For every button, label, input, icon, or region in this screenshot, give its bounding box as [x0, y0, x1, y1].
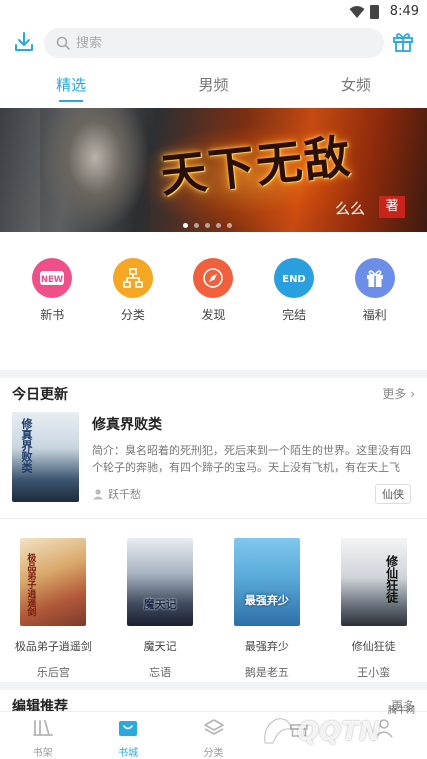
author-name: 跃千愁 — [108, 488, 141, 501]
book-card[interactable]: 修仙狂徒 修仙狂徒 王小蛮 — [329, 538, 419, 679]
book-author: 乐后宫 — [36, 666, 70, 679]
hierarchy-icon — [112, 258, 153, 298]
book-title: 极品弟子逍遥剑 — [14, 640, 92, 653]
cover-text: 魔天记 — [143, 598, 177, 611]
svg-text:NEW: NEW — [41, 275, 64, 285]
book-author: 忘语 — [149, 666, 172, 679]
watermark: QQTN 腾牛网 — [259, 703, 419, 753]
svg-text:END: END — [282, 274, 306, 285]
status-bar: 8:49 — [0, 0, 427, 24]
download-icon[interactable] — [12, 30, 36, 54]
battery-icon — [370, 5, 379, 19]
section-title: 今日更新 — [12, 387, 68, 403]
shortcut-label: 福利 — [362, 308, 387, 322]
book-description: 简介：臭名昭着的死刑犯，死后来到一个陌生的世界。这里没有四个轮子的奔驰，有四个蹄… — [92, 444, 411, 474]
bookshelf-icon — [32, 720, 53, 736]
nav-bookshelf[interactable]: 书架 — [0, 712, 85, 759]
category-shortcuts: NEW 新书 分类 发现 END 完结 福利 — [0, 258, 427, 328]
search-icon — [56, 36, 70, 50]
gift-icon[interactable] — [391, 30, 415, 54]
cover-text: 最强弃少 — [244, 594, 289, 607]
compass-icon — [193, 258, 234, 298]
wifi-icon — [349, 6, 365, 18]
book-cover: 修真界败类 — [12, 412, 79, 502]
shortcut-new-books[interactable]: NEW 新书 — [22, 258, 82, 328]
shortcut-welfare[interactable]: 福利 — [345, 258, 405, 328]
banner-pager — [183, 223, 232, 228]
book-title: 魔天记 — [143, 640, 177, 653]
book-title: 最强弃少 — [244, 640, 289, 653]
channel-tabs: 精选 男频 女频 — [0, 64, 427, 104]
featured-book[interactable]: 修真界败类 修真界败类 简介：臭名昭着的死刑犯，死后来到一个陌生的世界。这里没有… — [12, 410, 415, 506]
shortcut-categories[interactable]: 分类 — [103, 258, 163, 328]
pager-dot[interactable] — [194, 223, 199, 228]
book-cover: 最强弃少 — [233, 538, 300, 626]
layers-icon — [203, 719, 224, 735]
section-divider — [0, 370, 427, 378]
book-author: 鹅是老五 — [244, 666, 289, 679]
promo-banner[interactable]: 天下无敌 么么 著 — [0, 108, 427, 232]
status-time: 8:49 — [389, 4, 419, 19]
book-title: 修真界败类 — [92, 417, 162, 433]
shortcut-label: 发现 — [201, 308, 226, 322]
shortcut-completed[interactable]: END 完结 — [264, 258, 324, 328]
user-icon — [93, 489, 103, 500]
new-icon: NEW — [32, 258, 73, 298]
genre-tag[interactable]: 仙侠 — [375, 484, 411, 504]
cover-text: 修仙狂徒 — [384, 555, 399, 603]
nav-label: 书架 — [32, 748, 53, 759]
book-card[interactable]: 最强弃少 最强弃少 鹅是老五 — [222, 538, 312, 679]
pager-dot[interactable] — [205, 223, 210, 228]
nav-bookstore[interactable]: 书城 — [85, 712, 170, 759]
book-card[interactable]: 极品弟子逍遥剑 极品弟子逍遥剑 乐后宫 — [8, 538, 98, 679]
section-separator — [0, 518, 427, 519]
shortcut-label: 完结 — [282, 308, 307, 322]
cover-text: 极品弟子逍遥剑 — [25, 552, 36, 616]
shortcut-discover[interactable]: 发现 — [183, 258, 243, 328]
nav-categories[interactable]: 分类 — [171, 712, 256, 759]
nav-label: 书城 — [118, 748, 139, 759]
shortcut-label: 分类 — [120, 308, 145, 322]
end-icon: END — [274, 258, 315, 298]
more-link[interactable]: 更多 › — [382, 385, 415, 402]
book-cover: 修仙狂徒 — [340, 538, 407, 626]
more-label: 更多 — [382, 387, 407, 401]
banner-author: 么么 — [334, 200, 365, 218]
book-author: 跃千愁 — [92, 486, 141, 502]
gift-box-icon — [354, 258, 395, 298]
watermark-logo-icon — [264, 718, 292, 744]
shortcut-label: 新书 — [40, 308, 65, 322]
pager-dot[interactable] — [216, 223, 221, 228]
watermark-small: 腾牛网 — [387, 706, 415, 716]
pager-dot[interactable] — [227, 223, 232, 228]
search-input[interactable] — [76, 35, 356, 51]
section-divider — [0, 682, 427, 690]
book-grid: 极品弟子逍遥剑 极品弟子逍遥剑 乐后宫 魔天记 魔天记 忘语 最强弃少 最强弃少… — [0, 538, 427, 679]
watermark-text: QQTN — [297, 717, 381, 747]
tab-female[interactable]: 女频 — [285, 64, 427, 104]
cover-text: 修真界败类 — [20, 418, 33, 473]
today-section-header: 今日更新 更多 › — [0, 378, 427, 408]
pager-dot[interactable] — [183, 223, 188, 228]
tab-male[interactable]: 男频 — [142, 64, 284, 104]
banner-figure — [40, 108, 150, 232]
banner-seal: 著 — [379, 196, 405, 218]
book-author: 王小蛮 — [357, 666, 391, 679]
book-card[interactable]: 魔天记 魔天记 忘语 — [115, 538, 205, 679]
book-cover: 魔天记 — [127, 538, 194, 626]
app-page: 8:49 精选 男频 女频 天下无敌 么么 著 — [0, 0, 427, 759]
nav-label: 分类 — [203, 748, 224, 759]
tab-featured[interactable]: 精选 — [0, 64, 142, 104]
chevron-right-icon: › — [410, 387, 415, 401]
store-bag-icon — [119, 721, 138, 736]
search-bar[interactable] — [44, 28, 384, 58]
book-title: 修仙狂徒 — [351, 640, 396, 653]
book-cover: 极品弟子逍遥剑 — [20, 538, 87, 626]
